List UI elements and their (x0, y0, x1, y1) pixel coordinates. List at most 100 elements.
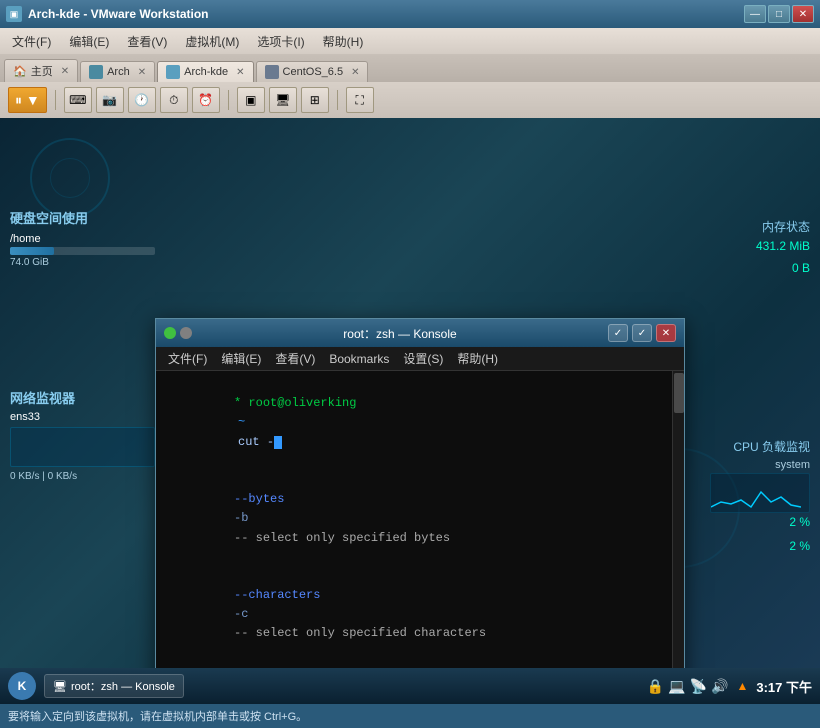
memory-label: 内存状态 (710, 218, 810, 235)
memory-widget: 内存状态 431.2 MiB 0 B (710, 218, 810, 275)
term-flag-chars: --characters (234, 586, 384, 605)
konsole-terminal[interactable]: * root@oliverking ~ cut - --bytes -b -- … (156, 371, 672, 668)
window-title: Arch-kde - VMware Workstation (28, 7, 208, 21)
cpu-widget: CPU 负载监视 system 2 % 2 % (710, 438, 810, 553)
cpu-percent: 2 % (710, 515, 810, 529)
konsole-scrollbar[interactable] (672, 371, 684, 668)
menu-tabs[interactable]: 选项卡(I) (249, 31, 312, 52)
kde-start-button[interactable]: K (8, 672, 36, 700)
disk-size: 74.0 GiB (10, 257, 155, 268)
network-widget: 网络监视器 ens33 0 KB/s | 0 KB/s (10, 388, 155, 482)
title-bar: ▣ Arch-kde - VMware Workstation — □ ✕ (0, 0, 820, 28)
konsole-menu-bookmarks[interactable]: Bookmarks (323, 350, 395, 368)
screenshot-button[interactable]: 📷 (96, 87, 124, 113)
taskbar-triangle-icon: ▲ (736, 679, 748, 693)
konsole-titlebar: root：zsh — Konsole ✓ ✓ ✕ (156, 319, 684, 347)
konsole-content[interactable]: * root@oliverking ~ cut - --bytes -b -- … (156, 371, 684, 668)
konsole-menu-edit[interactable]: 编辑(E) (215, 348, 267, 369)
tab-centos-close[interactable]: ✕ (351, 67, 359, 78)
vm-display[interactable]: 硬盘空间使用 /home 74.0 GiB 网络监视器 ens33 0 KB/s… (0, 118, 820, 668)
konsole-menu-help[interactable]: 帮助(H) (451, 348, 504, 369)
toolbar-separator-1 (55, 90, 56, 110)
toolbar: ⏸ ▼ ⌨ 📷 🕐 ⏱ ⏰ ▣ 🖥 ⊞ ⛶ (0, 82, 820, 118)
tab-home-close[interactable]: ✕ (61, 66, 69, 77)
toolbar-separator-2 (228, 90, 229, 110)
monitor-button[interactable]: 🖥 (269, 87, 297, 113)
konsole-window: root：zsh — Konsole ✓ ✓ ✕ 文件(F) 编辑(E) 查看(… (155, 318, 685, 668)
tab-home[interactable]: 🏠 主页 ✕ (4, 59, 78, 82)
konsole-title: root：zsh — Konsole (192, 325, 608, 342)
taskbar-app-button[interactable]: 🖥 root：zsh — Konsole (44, 674, 184, 698)
minimize-button[interactable]: — (744, 5, 766, 23)
tab-arch[interactable]: Arch ✕ (80, 61, 155, 82)
term-short-chars: -c (234, 605, 264, 624)
konsole-close-button[interactable]: ✕ (656, 324, 676, 342)
taskbar-icon-display[interactable]: 💻 (668, 678, 685, 695)
konsole-menu-view[interactable]: 查看(V) (269, 348, 321, 369)
app-icon: ▣ (6, 6, 22, 22)
terminal-cursor (274, 436, 282, 449)
status-text: 要将输入定向到该虚拟机，请在虚拟机内部单击或按 Ctrl+G。 (8, 708, 307, 724)
term-desc-chars: -- select only specified characters (234, 626, 486, 640)
taskbar-time: 3:17 下午 (756, 677, 812, 696)
cpu-system: system (710, 459, 810, 471)
view-button[interactable]: ▣ (237, 87, 265, 113)
toolbar-separator-3 (337, 90, 338, 110)
cpu-label: CPU 负载监视 (710, 438, 810, 455)
term-short-bytes: -b (234, 509, 264, 528)
disk-bar-fill (10, 247, 54, 255)
clock-button[interactable]: 🕐 (128, 87, 156, 113)
menu-view[interactable]: 查看(V) (119, 31, 175, 52)
menu-help[interactable]: 帮助(H) (315, 31, 372, 52)
konsole-minimize-button[interactable]: ✓ (608, 324, 628, 342)
disk-widget: 硬盘空间使用 /home 74.0 GiB (10, 208, 155, 268)
konsole-dot-gray[interactable] (180, 327, 192, 339)
menu-file[interactable]: 文件(F) (4, 31, 59, 52)
network-speeds: 0 KB/s | 0 KB/s (10, 471, 155, 482)
taskbar-icon-lock[interactable]: 🔒 (647, 678, 664, 695)
menu-vm[interactable]: 虚拟机(M) (177, 31, 247, 52)
taskbar-icons: 🔒 💻 📡 🔊 (647, 678, 729, 695)
tab-arch-close[interactable]: ✕ (138, 67, 146, 78)
terminal-prompt-line: * root@oliverking ~ cut - (162, 375, 666, 471)
terminal-line-characters: --characters -c -- select only specified… (162, 567, 666, 663)
konsole-menu-file[interactable]: 文件(F) (162, 348, 213, 369)
disk-home-label: /home (10, 233, 155, 245)
taskbar-icon-volume[interactable]: 🔊 (711, 678, 728, 695)
term-flag-bytes: --bytes (234, 490, 384, 509)
network-interface: ens33 (10, 411, 155, 423)
clock2-button[interactable]: ⏱ (160, 87, 188, 113)
tab-centos[interactable]: CentOS_6.5 ✕ (256, 61, 369, 82)
konsole-maximize-button[interactable]: ✓ (632, 324, 652, 342)
memory-value: 431.2 MiB (710, 239, 810, 253)
tab-arch-kde[interactable]: Arch-kde ✕ (157, 61, 253, 82)
terminal-prompt-symbol: ~ (238, 415, 245, 429)
taskbar-app-label: root：zsh — Konsole (71, 678, 175, 694)
maximize-button[interactable]: □ (768, 5, 790, 23)
disk-bar (10, 247, 155, 255)
fullscreen-button[interactable]: ⛶ (346, 87, 374, 113)
tab-bar: 🏠 主页 ✕ Arch ✕ Arch-kde ✕ CentOS_6.5 ✕ (0, 54, 820, 82)
konsole-scrollbar-thumb[interactable] (674, 373, 684, 413)
taskbar: K 🖥 root：zsh — Konsole 🔒 💻 📡 🔊 ▲ 3:17 下午 (0, 668, 820, 704)
pause-button[interactable]: ⏸ ▼ (8, 87, 47, 113)
tab-arch-kde-close[interactable]: ✕ (236, 67, 244, 78)
taskbar-icon-network[interactable]: 📡 (690, 678, 707, 695)
disk-title: 硬盘空间使用 (10, 208, 155, 227)
send-ctrl-alt-del-button[interactable]: ⌨ (64, 87, 92, 113)
cpu-percent2: 2 % (710, 539, 810, 553)
konsole-menubar: 文件(F) 编辑(E) 查看(V) Bookmarks 设置(S) 帮助(H) (156, 347, 684, 371)
menu-edit[interactable]: 编辑(E) (61, 31, 117, 52)
terminal-prompt-user: * root@oliverking (234, 396, 356, 410)
term-desc-bytes: -- select only specified bytes (234, 531, 450, 545)
clock3-button[interactable]: ⏰ (192, 87, 220, 113)
menu-bar: 文件(F) 编辑(E) 查看(V) 虚拟机(M) 选项卡(I) 帮助(H) (0, 28, 820, 54)
konsole-menu-settings[interactable]: 设置(S) (397, 348, 449, 369)
status-bar: 要将输入定向到该虚拟机，请在虚拟机内部单击或按 Ctrl+G。 (0, 704, 820, 728)
terminal-command: cut - (238, 435, 274, 449)
network-title: 网络监视器 (10, 388, 155, 407)
close-button[interactable]: ✕ (792, 5, 814, 23)
terminal-line-bytes: --bytes -b -- select only specified byte… (162, 471, 666, 567)
konsole-dot-green[interactable] (164, 327, 176, 339)
fit-button[interactable]: ⊞ (301, 87, 329, 113)
